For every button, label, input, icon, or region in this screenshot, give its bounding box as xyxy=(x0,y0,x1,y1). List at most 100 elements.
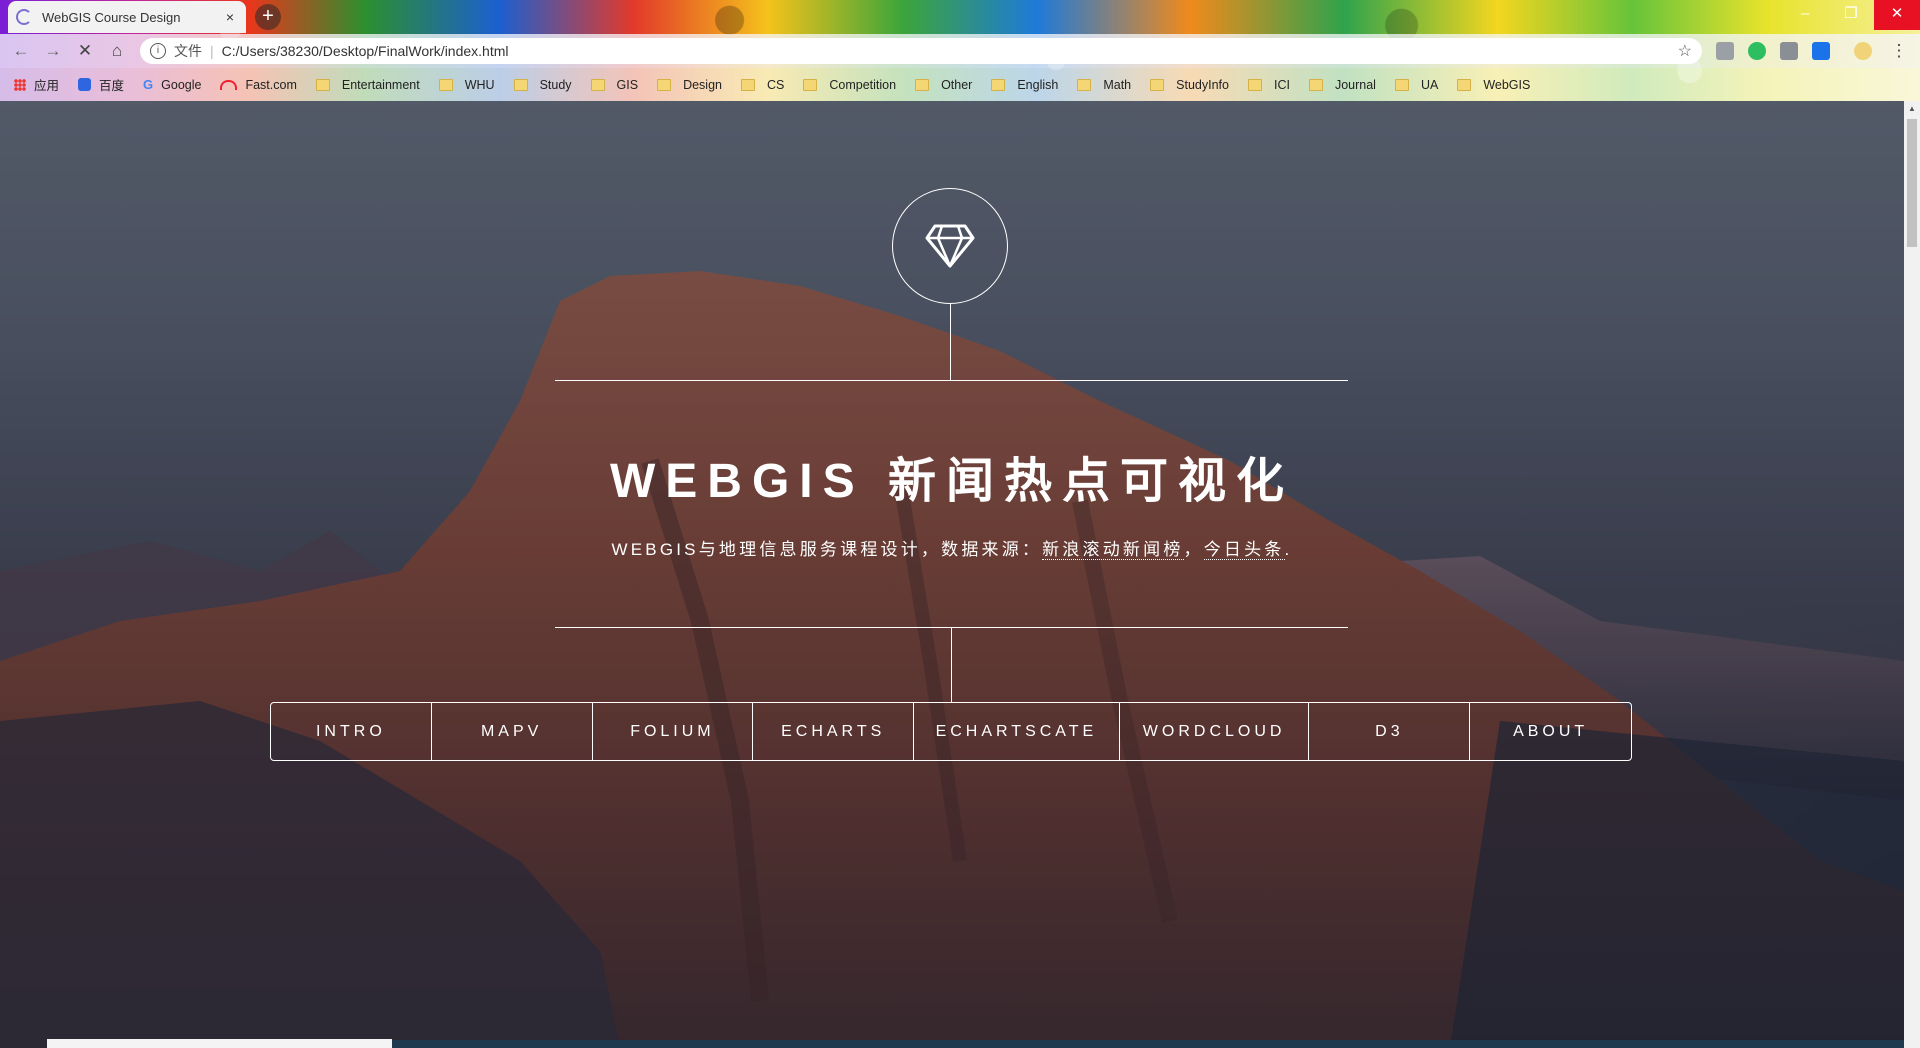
bookmark-item[interactable]: Other xyxy=(915,78,972,92)
bookmark-item[interactable]: 百度 xyxy=(78,75,124,94)
bookmark-item[interactable]: Study xyxy=(513,77,572,92)
bookmark-label: Design xyxy=(683,77,722,92)
folder-icon xyxy=(1308,78,1323,91)
folder-icon xyxy=(315,78,330,91)
sina-news-link[interactable]: 新浪滚动新闻榜 xyxy=(1042,540,1184,560)
nav-item-d3[interactable]: D3 xyxy=(1309,703,1471,760)
folder-icon xyxy=(1394,78,1409,91)
diamond-icon xyxy=(925,224,975,268)
bookmark-item[interactable]: WebGIS xyxy=(1457,78,1530,92)
vertical-scrollbar[interactable]: ▲ xyxy=(1904,101,1920,1048)
evernote-icon[interactable] xyxy=(1748,42,1766,60)
bookmark-item[interactable]: Entertainment xyxy=(315,77,420,92)
folder-icon xyxy=(513,78,528,91)
bookmark-label: GIS xyxy=(616,77,639,92)
nav-item-echartscate[interactable]: ECHARTSCATE xyxy=(914,703,1120,760)
folder-icon xyxy=(741,78,755,91)
nav-item-about[interactable]: ABOUT xyxy=(1470,703,1631,760)
back-button[interactable]: ← xyxy=(10,40,32,62)
scrollbar-thumb[interactable] xyxy=(1907,119,1917,247)
bookmark-item[interactable]: UA xyxy=(1394,78,1438,92)
bookmark-star-icon[interactable]: ☆ xyxy=(1678,41,1692,61)
window-controls: – ❐ ✕ xyxy=(1782,0,1920,30)
nav-item-mapv[interactable]: MAPV xyxy=(432,703,593,760)
bookmark-item[interactable]: WHU xyxy=(438,77,495,92)
avatar[interactable] xyxy=(1854,42,1872,60)
bookmark-label: Fast.com xyxy=(245,77,297,92)
tab-close-icon[interactable]: × xyxy=(222,9,238,25)
connector-line-top xyxy=(950,304,951,380)
scroll-up-icon[interactable]: ▲ xyxy=(1904,101,1920,117)
google-icon: G xyxy=(143,77,154,92)
bookmark-item[interactable]: Competition xyxy=(803,78,896,92)
folder-icon xyxy=(915,78,930,91)
restore-button[interactable]: ❐ xyxy=(1828,0,1874,30)
bookmark-label: Entertainment xyxy=(341,77,420,92)
bookmark-item[interactable]: Fast.com xyxy=(220,77,297,92)
subtitle-separator: ， xyxy=(1183,540,1204,559)
bookmark-label: Math xyxy=(1103,77,1132,92)
bookmark-label: WHU xyxy=(464,77,495,92)
extension-icon[interactable] xyxy=(1716,42,1734,60)
browser-tab[interactable]: WebGIS Course Design × xyxy=(8,1,246,33)
nav-item-folium[interactable]: FOLIUM xyxy=(593,703,754,760)
nav-item-echarts[interactable]: ECHARTS xyxy=(753,703,915,760)
divider-top xyxy=(555,380,1348,381)
close-window-button[interactable]: ✕ xyxy=(1874,0,1920,30)
bookmark-item[interactable]: English xyxy=(991,78,1058,92)
loading-spinner-icon xyxy=(16,9,32,25)
status-bar xyxy=(47,1039,392,1048)
subtitle-end: . xyxy=(1284,540,1293,559)
stop-loading-button[interactable]: ✕ xyxy=(74,40,96,62)
menu-icon[interactable]: ⋮ xyxy=(1888,40,1910,62)
bookmark-label: 应用 xyxy=(34,79,60,93)
page-title: WEBGIS 新闻热点可视化 xyxy=(609,455,1294,508)
logo-circle xyxy=(892,188,1008,304)
folder-icon xyxy=(803,78,818,91)
nav-item-intro[interactable]: INTRO xyxy=(271,703,432,760)
bookmark-item[interactable]: CS xyxy=(741,78,784,92)
toutiao-link[interactable]: 今日头条 xyxy=(1203,540,1285,560)
home-button[interactable]: ⌂ xyxy=(106,40,128,62)
bookmark-label: Competition xyxy=(829,77,897,92)
connector-line-bottom xyxy=(951,627,952,702)
folder-icon xyxy=(991,78,1006,91)
folder-icon xyxy=(1077,78,1092,91)
baidu-icon xyxy=(78,78,92,91)
bookmark-item[interactable]: G Google xyxy=(143,77,201,92)
protocol-label: 文件 xyxy=(174,43,202,59)
subtitle-text: WEBGIS与地理信息服务课程设计，数据来源： xyxy=(611,540,1043,559)
main-nav: INTRO MAPV FOLIUM ECHARTS ECHARTSCATE WORDCLO… xyxy=(270,702,1632,761)
fast-icon xyxy=(220,79,238,90)
bookmark-label: StudyInfo xyxy=(1176,77,1229,92)
bookmark-item[interactable]: GIS xyxy=(590,77,639,92)
bookmark-item[interactable]: 应用 xyxy=(14,75,59,94)
minimize-button[interactable]: – xyxy=(1782,0,1828,30)
bookmark-item[interactable]: Math xyxy=(1077,78,1131,92)
folder-icon xyxy=(1457,78,1472,91)
bookmark-item[interactable]: Design xyxy=(657,78,722,92)
translate-icon[interactable] xyxy=(1812,42,1830,60)
forward-button[interactable]: → xyxy=(42,40,64,62)
browser-toolbar: ← → ✕ ⌂ i 文件 | C:/Users/38230/Desktop/Fi… xyxy=(0,34,1920,68)
new-tab-button[interactable]: + xyxy=(255,4,281,30)
tab-title: WebGIS Course Design xyxy=(42,9,181,25)
address-bar[interactable]: i 文件 | C:/Users/38230/Desktop/FinalWork/… xyxy=(140,38,1702,64)
url-text[interactable]: C:/Users/38230/Desktop/FinalWork/index.h… xyxy=(222,43,1678,59)
bookmark-label: ICI xyxy=(1273,77,1290,92)
bookmark-item[interactable]: Journal xyxy=(1308,78,1376,92)
bookmark-label: WebGIS xyxy=(1483,77,1531,92)
page-viewport: WEBGIS 新闻热点可视化 WEBGIS与地理信息服务课程设计，数据来源：新浪… xyxy=(0,101,1904,1048)
bookmark-label: Google xyxy=(161,77,202,92)
bookmark-label: Study xyxy=(539,77,572,92)
bookmark-label: 百度 xyxy=(99,79,125,93)
bookmark-item[interactable]: StudyInfo xyxy=(1150,78,1229,92)
bookmark-label: Other xyxy=(941,77,973,92)
info-icon[interactable]: i xyxy=(150,43,166,59)
bookmark-item[interactable]: ICI xyxy=(1247,77,1290,92)
bookmark-label: CS xyxy=(767,77,785,92)
folder-icon xyxy=(657,78,672,91)
nav-item-wordcloud[interactable]: WORDCLOUD xyxy=(1120,703,1310,760)
cloud-extension-icon[interactable] xyxy=(1780,42,1798,60)
page-subtitle: WEBGIS与地理信息服务课程设计，数据来源：新浪滚动新闻榜，今日头条. xyxy=(0,535,1904,560)
